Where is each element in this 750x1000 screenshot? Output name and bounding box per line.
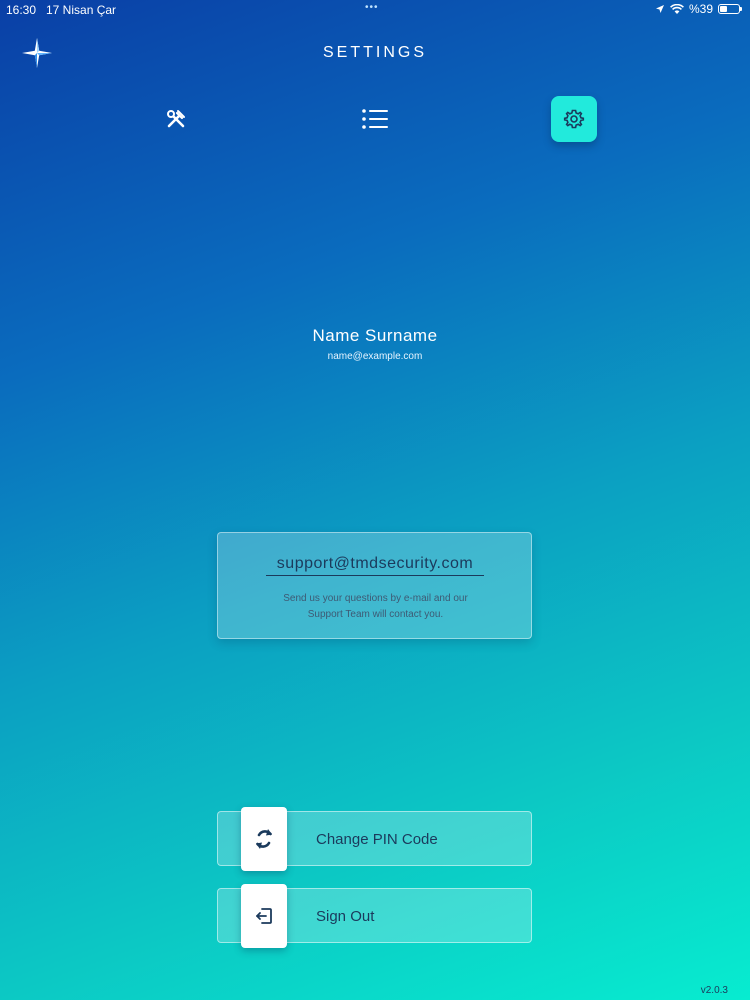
app-version: v2.0.3 [700,985,728,996]
location-arrow-icon [655,5,664,13]
status-date: 17 Nisan Çar [46,3,117,17]
status-bar: 16:30 17 Nisan Çar ••• %39 [0,0,750,20]
user-email: name@example.com [327,351,423,362]
battery-percent: %39 [688,2,713,16]
multitasking-dots[interactable]: ••• [365,2,379,13]
change-pin-button[interactable]: Change PIN Code [217,807,532,871]
change-pin-label: Change PIN Code [316,831,438,848]
support-description-line-2: Support Team will contact you. [307,609,444,620]
support-email-link[interactable]: support@tmdsecurity.com [266,555,484,576]
page-title: SETTINGS [322,44,427,61]
sign-out-icon [256,908,272,924]
status-time: 16:30 [6,3,37,17]
tab-list[interactable] [352,96,398,142]
wifi-icon [670,3,684,14]
user-name: Name Surname [312,326,438,345]
list-icon [362,109,388,129]
support-card: support@tmdsecurity.com Send us your que… [217,532,532,639]
tools-icon [167,110,185,128]
gear-icon [563,109,585,129]
sign-out-button[interactable]: Sign Out [217,884,532,948]
support-description: Send us your questions by e-mail and our… [238,591,513,623]
status-indicators: %39 [655,2,742,16]
support-description-line-1: Send us your questions by e-mail and our [283,593,468,604]
change-pin-icon-box [241,807,287,871]
sign-out-label: Sign Out [316,908,375,925]
tab-settings[interactable] [551,96,597,142]
sign-out-icon-box [241,884,287,948]
tab-tools[interactable] [153,96,199,142]
battery-icon [718,4,742,14]
refresh-icon [256,829,272,849]
